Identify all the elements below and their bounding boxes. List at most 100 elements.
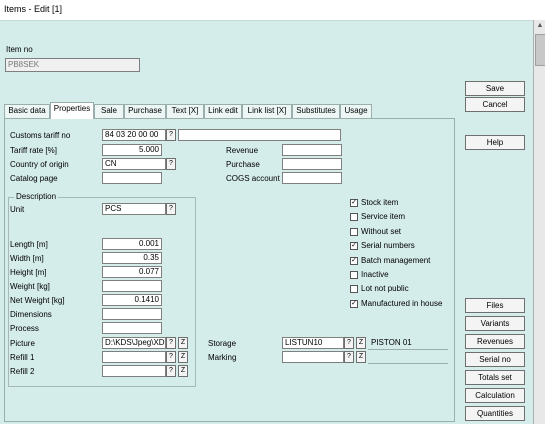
unit-field[interactable]: PCS xyxy=(102,203,166,215)
revenue-label: Revenue xyxy=(226,146,259,155)
checkbox-row[interactable]: Service item xyxy=(350,211,455,223)
picture-lookup-button[interactable]: ? xyxy=(166,337,176,349)
weight-field[interactable] xyxy=(102,280,162,292)
refill1-lookup-button[interactable]: ? xyxy=(166,351,176,363)
marking-lookup-button[interactable]: ? xyxy=(344,351,354,363)
storage-lookup-button[interactable]: ? xyxy=(344,337,354,349)
tab-usage[interactable]: Usage xyxy=(340,104,372,118)
picture-edit-icon[interactable]: Z xyxy=(178,337,188,349)
storage-underline xyxy=(368,349,448,350)
process-label: Process xyxy=(10,324,39,333)
tab-link-edit[interactable]: Link edit xyxy=(204,104,242,118)
height-label: Height [m] xyxy=(10,268,47,277)
purchase-label: Purchase xyxy=(226,160,260,169)
checkbox-row[interactable]: ✓ Serial numbers xyxy=(350,240,455,252)
tariff-rate-label: Tariff rate [%] xyxy=(10,146,57,155)
revenues-button[interactable]: Revenues xyxy=(465,334,525,349)
purchase-field[interactable] xyxy=(282,158,342,170)
storage-description: PISTON 01 xyxy=(371,338,412,347)
marking-field[interactable] xyxy=(282,351,344,363)
files-button[interactable]: Files xyxy=(465,298,525,313)
totals-set-button[interactable]: Totals set xyxy=(465,370,525,385)
item-no-label: Item no xyxy=(6,45,33,54)
length-field[interactable]: 0.001 xyxy=(102,238,162,250)
revenue-field[interactable] xyxy=(282,144,342,156)
cogs-account-label: COGS account xyxy=(226,174,280,183)
height-field[interactable]: 0.077 xyxy=(102,266,162,278)
picture-field[interactable]: D:\KDS\Jpeg\XDOD xyxy=(102,337,166,349)
checkbox-row[interactable]: Lot not public xyxy=(350,283,455,295)
refill2-label: Refill 2 xyxy=(10,367,35,376)
quantities-button[interactable]: Quantities xyxy=(465,406,525,421)
dimensions-label: Dimensions xyxy=(10,310,52,319)
refill2-edit-icon[interactable]: Z xyxy=(178,365,188,377)
tab-purchase[interactable]: Purchase xyxy=(124,104,166,118)
checkbox-label: Inactive xyxy=(361,270,389,279)
checkbox-label: Serial numbers xyxy=(361,241,415,251)
cancel-button[interactable]: Cancel xyxy=(465,97,525,112)
checkbox-checked[interactable]: ✓ xyxy=(350,242,358,251)
description-group-title: Description xyxy=(14,192,59,201)
tariff-rate-field[interactable]: 5.000 xyxy=(102,144,162,156)
marking-label: Marking xyxy=(208,353,237,362)
tab-substitutes[interactable]: Substitutes xyxy=(292,104,340,118)
width-label: Width [m] xyxy=(10,254,44,263)
tab-text[interactable]: Text [X] xyxy=(166,104,204,118)
checkbox-label: Without set xyxy=(361,226,402,236)
tab-basic-data[interactable]: Basic data xyxy=(4,104,50,118)
checkbox-label: Service item xyxy=(361,212,406,222)
country-origin-field[interactable]: CN xyxy=(102,158,166,170)
calculation-button[interactable]: Calculation xyxy=(465,388,525,403)
checkbox-checked[interactable]: ✓ xyxy=(350,299,358,308)
process-field[interactable] xyxy=(102,322,162,334)
marking-underline xyxy=(368,363,448,364)
checkbox-checked[interactable]: ✓ xyxy=(350,199,358,207)
window-scrollbar[interactable]: ▲ xyxy=(533,20,545,424)
tab-properties[interactable]: Properties xyxy=(50,102,94,119)
checkbox-label: Stock item xyxy=(361,198,399,207)
customs-tariff-label: Customs tariff no xyxy=(10,131,71,140)
help-button[interactable]: Help xyxy=(465,135,525,150)
unit-lookup-button[interactable]: ? xyxy=(166,203,176,215)
checkbox-unchecked[interactable] xyxy=(350,227,358,236)
item-no-field[interactable]: PB8SEK xyxy=(5,58,140,72)
picture-label: Picture xyxy=(10,339,35,348)
scroll-up-icon[interactable]: ▲ xyxy=(534,20,545,32)
unit-label: Unit xyxy=(10,205,25,214)
storage-edit-icon[interactable]: Z xyxy=(356,337,366,349)
cogs-account-field[interactable] xyxy=(282,172,342,184)
window-title: Items - Edit [1] xyxy=(4,4,63,14)
net-weight-field[interactable]: 0.1410 xyxy=(102,294,162,306)
storage-label: Storage xyxy=(208,339,237,348)
checkbox-row[interactable]: ✓ Stock item xyxy=(350,197,455,209)
checkbox-checked[interactable]: ✓ xyxy=(350,256,358,265)
checkbox-label: Manufactured in house xyxy=(361,298,443,308)
refill1-field[interactable] xyxy=(102,351,166,363)
refill2-lookup-button[interactable]: ? xyxy=(166,365,176,377)
refill1-edit-icon[interactable]: Z xyxy=(178,351,188,363)
checkbox-row[interactable]: ✓ Batch management xyxy=(350,255,455,267)
catalog-page-field[interactable] xyxy=(102,172,162,184)
serial-no-button[interactable]: Serial no xyxy=(465,352,525,367)
weight-label: Weight [kg] xyxy=(10,282,50,291)
storage-field[interactable]: LISTUN10 xyxy=(282,337,344,349)
tab-sale[interactable]: Sale xyxy=(94,104,124,118)
checkbox-unchecked[interactable] xyxy=(350,271,358,279)
checkbox-unchecked[interactable] xyxy=(350,285,358,294)
save-button[interactable]: Save xyxy=(465,81,525,96)
checkbox-row[interactable]: Inactive xyxy=(350,269,455,281)
country-origin-lookup-button[interactable]: ? xyxy=(166,158,176,170)
flags-checkbox-list: ✓ Stock item Service item Without set ✓ Seria… xyxy=(350,197,455,317)
customs-tariff-lookup-button[interactable]: ? xyxy=(166,129,176,141)
checkbox-row[interactable]: ✓ Manufactured in house xyxy=(350,298,455,310)
customs-tariff-field[interactable]: 84 03 20 00 00 xyxy=(102,129,166,141)
tab-link-list[interactable]: Link list [X] xyxy=(242,104,292,118)
checkbox-unchecked[interactable] xyxy=(350,213,358,222)
refill2-field[interactable] xyxy=(102,365,166,377)
checkbox-row[interactable]: Without set xyxy=(350,226,455,238)
marking-edit-icon[interactable]: Z xyxy=(356,351,366,363)
scrollbar-thumb[interactable] xyxy=(535,34,545,66)
variants-button[interactable]: Variants xyxy=(465,316,525,331)
dimensions-field[interactable] xyxy=(102,308,162,320)
width-field[interactable]: 0.35 xyxy=(102,252,162,264)
